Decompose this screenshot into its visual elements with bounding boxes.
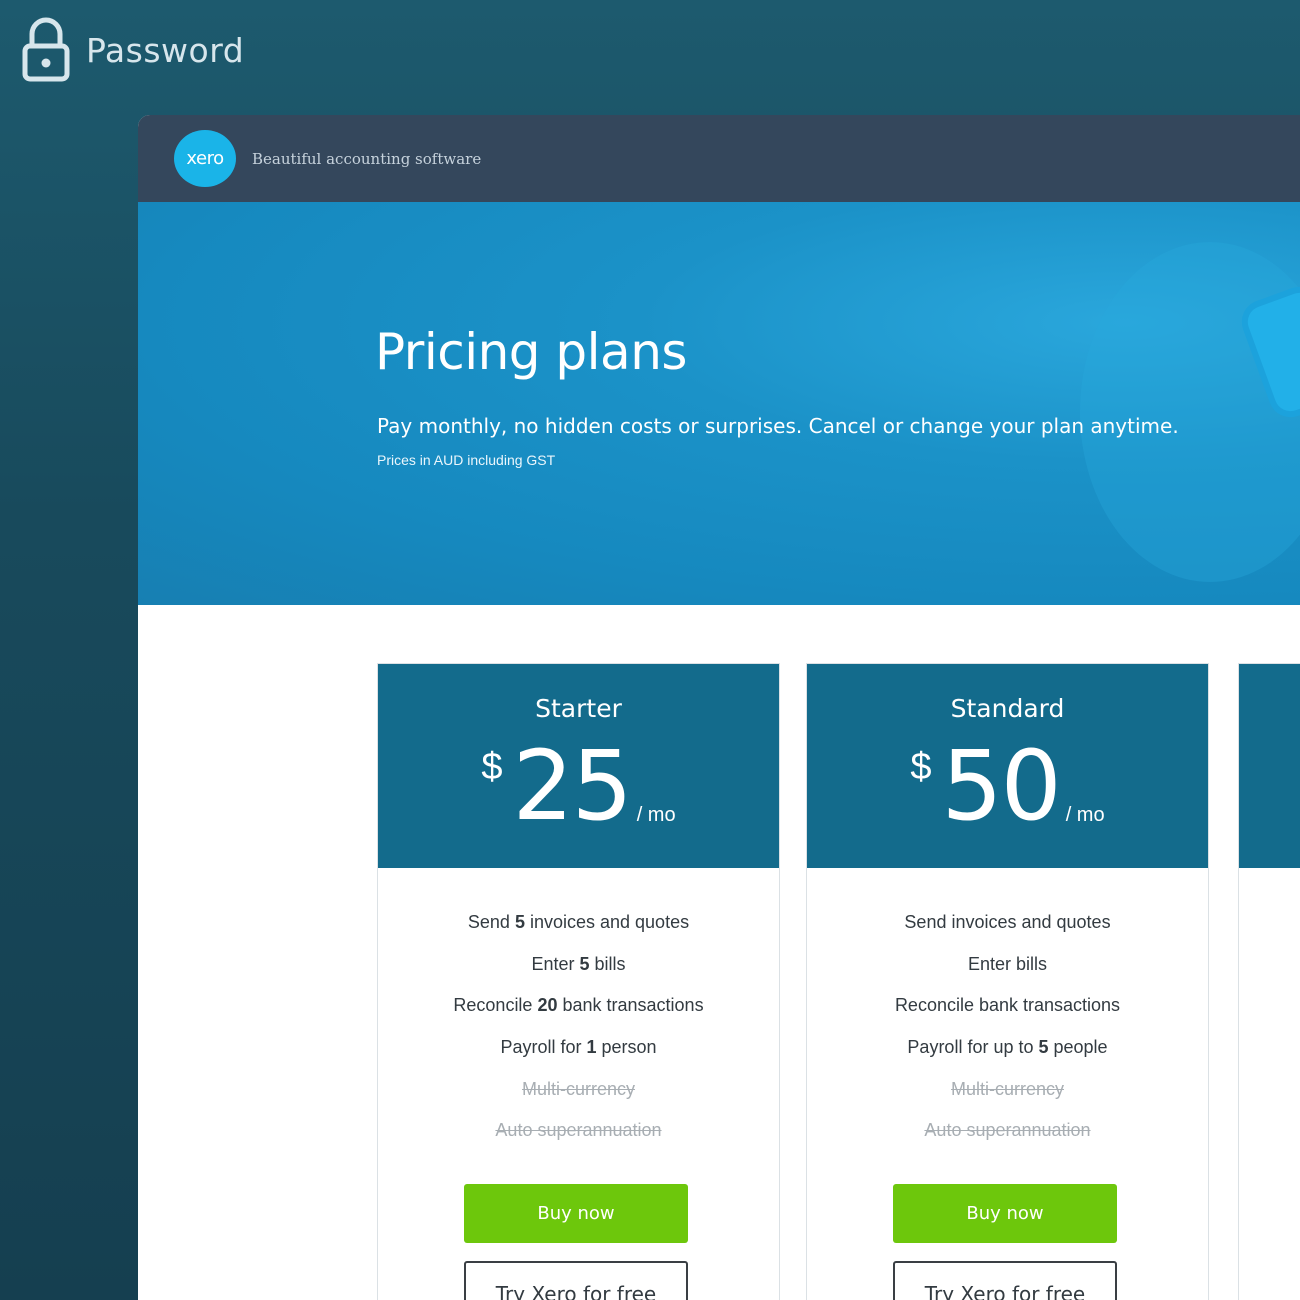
site-tagline: Beautiful accounting software	[252, 149, 482, 168]
plan-card-header	[1239, 664, 1300, 868]
page-title: Pricing plans	[375, 323, 687, 381]
plan-price: $ 25 / mo	[378, 732, 779, 840]
password-overlay: Password	[22, 16, 244, 82]
excluded-feature-item: Multi-currency	[950, 1078, 1065, 1099]
buy-now-button[interactable]: Buy now	[464, 1184, 688, 1243]
price-period: / mo	[1065, 804, 1105, 826]
plan-card-header: Starter $ 25 / mo	[378, 664, 779, 868]
currency-symbol: $	[910, 746, 932, 788]
hero-banner: Pricing plans Pay monthly, no hidden cos…	[138, 202, 1300, 605]
feature-list: Send invoices and quotes Enter bills Rec…	[807, 868, 1208, 1160]
feature-item: Enter bills	[967, 953, 1048, 974]
excluded-feature-item: Auto superannuation	[924, 1120, 1091, 1141]
excluded-feature-item: Auto superannuation	[495, 1120, 662, 1141]
excluded-feature-item: Multi-currency	[521, 1078, 636, 1099]
plan-card-partial	[1238, 663, 1300, 1300]
plan-name: Starter	[535, 694, 622, 723]
site-header: xero Beautiful accounting software	[138, 115, 1300, 202]
xero-logo[interactable]: xero	[174, 130, 236, 187]
plan-card-standard: Standard $ 50 / mo Send invoices and quo…	[806, 663, 1209, 1300]
feature-item: Payroll for 1 person	[500, 1037, 657, 1058]
browser-window: xero Beautiful accounting software Prici…	[138, 115, 1300, 1300]
price-note: Prices in AUD including GST	[377, 452, 556, 468]
feature-item: Send 5 invoices and quotes	[467, 912, 690, 932]
hero-background-blur	[1080, 242, 1300, 582]
plan-card-starter: Starter $ 25 / mo Send 5 invoices and qu…	[377, 663, 780, 1300]
try-free-button[interactable]: Try Xero for free	[893, 1261, 1117, 1300]
try-free-button[interactable]: Try Xero for free	[464, 1261, 688, 1300]
feature-item: Payroll for up to 5 people	[907, 1037, 1108, 1058]
lock-icon	[22, 17, 70, 82]
password-label: Password	[86, 30, 245, 70]
buy-now-button[interactable]: Buy now	[893, 1184, 1117, 1243]
plan-card-header: Standard $ 50 / mo	[807, 664, 1208, 868]
price-amount: 50	[941, 730, 1062, 842]
currency-symbol: $	[481, 746, 503, 788]
hero-subtitle: Pay monthly, no hidden costs or surprise…	[377, 414, 1179, 438]
feature-item: Send invoices and quotes	[904, 912, 1111, 932]
feature-item: Enter 5 bills	[531, 953, 626, 974]
price-amount: 25	[512, 730, 633, 842]
plan-name: Standard	[950, 694, 1065, 723]
price-period: / mo	[636, 804, 676, 826]
feature-item: Reconcile 20 bank transactions	[453, 995, 704, 1016]
feature-list: Send 5 invoices and quotes Enter 5 bills…	[378, 868, 779, 1160]
plan-price: $ 50 / mo	[807, 732, 1208, 840]
feature-item: Reconcile bank transactions	[894, 995, 1121, 1016]
